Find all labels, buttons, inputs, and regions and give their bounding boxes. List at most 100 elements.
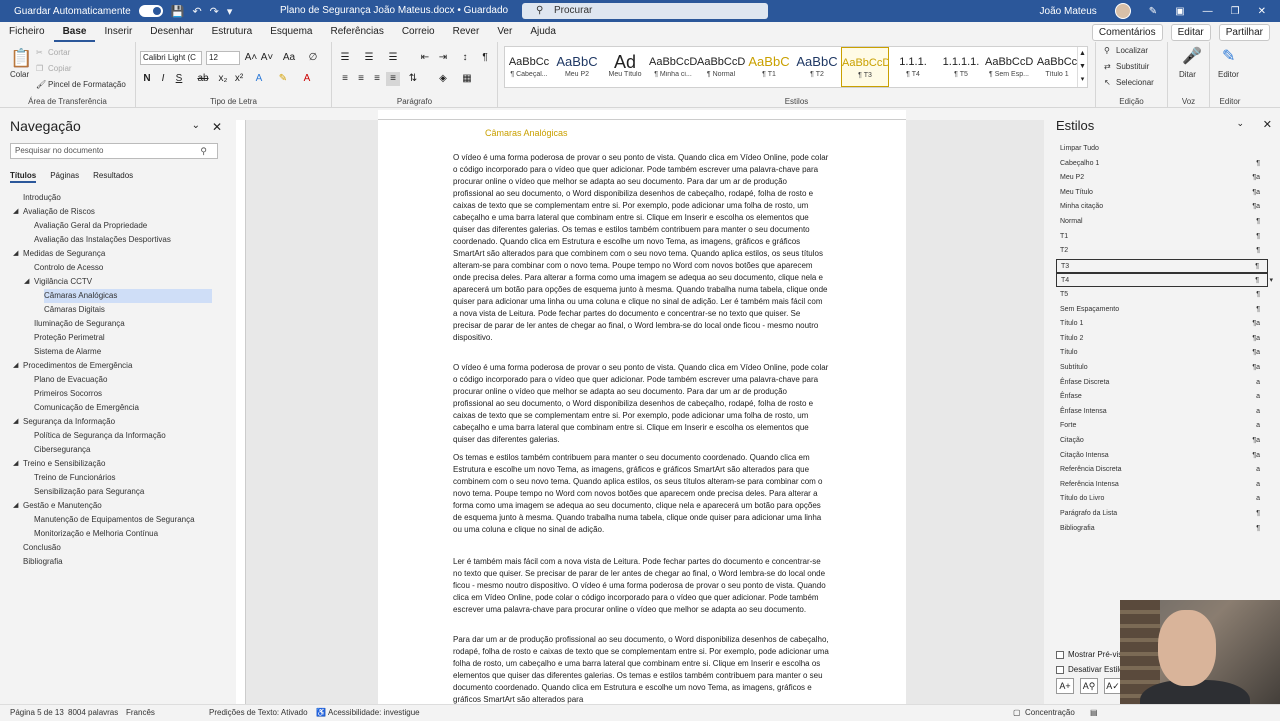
editor-button[interactable]: Editor	[1218, 70, 1239, 79]
accessibility-status[interactable]: Acessibilidade: investigue	[328, 705, 420, 721]
microphone-icon[interactable]: 🎤	[1182, 46, 1202, 66]
multilevel-list-icon[interactable]: ☰	[386, 51, 400, 65]
navigation-heading-item[interactable]: ◢ Gestão e Manutenção	[13, 499, 102, 513]
style-list-item[interactable]: Título 2 ¶a	[1056, 332, 1268, 346]
style-list-item[interactable]: Bibliografia ¶	[1056, 522, 1268, 536]
style-list-item[interactable]: Minha citação ¶a	[1056, 200, 1268, 214]
grow-font-icon[interactable]: A˄	[244, 51, 258, 65]
navigation-heading-item[interactable]: ◢ Treino e Sensibilização	[13, 457, 105, 471]
style-list-item[interactable]: Sem Espaçamento ¶	[1056, 303, 1268, 317]
style-list-item[interactable]: Citação Intensa ¶a	[1056, 449, 1268, 463]
style-list-item[interactable]: T2 ¶	[1056, 244, 1268, 258]
tab-5[interactable]: Esquema	[261, 22, 321, 42]
style-gallery-item[interactable]: AaBbCcD ¶ T3	[841, 47, 889, 87]
navigation-heading-item[interactable]: ◢ Medidas de Segurança	[13, 247, 105, 261]
style-list-item[interactable]: Referência Intensa a	[1056, 478, 1268, 492]
disable-linked-checkbox[interactable]: Desativar Estilo	[1056, 665, 1124, 674]
style-list-item[interactable]: T1 ¶	[1056, 230, 1268, 244]
format-painter-button[interactable]: Pincel de Formatação	[48, 80, 126, 89]
navigation-heading-item[interactable]: Comunicação de Emergência	[34, 401, 139, 415]
style-gallery-item[interactable]: AaBbCcDc ¶ Minha ci...	[649, 47, 697, 87]
paragraph[interactable]: Os temas e estilos também contribuem par…	[453, 452, 829, 536]
italic-icon[interactable]: I	[156, 72, 170, 86]
style-list-item[interactable]: Título ¶a	[1056, 346, 1268, 360]
language[interactable]: Francês	[126, 705, 155, 721]
collapse-arrow-icon[interactable]: ◢	[24, 275, 29, 289]
change-case-icon[interactable]: Aa	[282, 51, 296, 65]
strikethrough-icon[interactable]: ab	[196, 72, 210, 86]
search-box[interactable]: ⚲ Procurar	[522, 3, 768, 19]
increase-indent-icon[interactable]: ⇥	[436, 51, 450, 65]
navigation-heading-item[interactable]: Iluminação de Segurança	[34, 317, 125, 331]
paragraph[interactable]: Ler é também mais fácil com a nova vista…	[453, 556, 829, 616]
font-size-select[interactable]: 12	[206, 51, 240, 65]
comments-button[interactable]: Comentários	[1091, 24, 1163, 41]
tab-4[interactable]: Estrutura	[203, 22, 262, 42]
bullets-icon[interactable]: ☰	[338, 51, 352, 65]
style-gallery-item[interactable]: AaBbC Meu P2	[553, 47, 601, 87]
style-gallery-item[interactable]: AaBbCcDc ¶ Sem Esp...	[985, 47, 1033, 87]
style-dropdown-icon[interactable]: ▾	[1269, 274, 1273, 288]
navigation-heading-item[interactable]: Controlo de Acesso	[34, 261, 103, 275]
superscript-icon[interactable]: x²	[232, 72, 246, 86]
style-list-item[interactable]: Parágrafo da Lista ¶	[1056, 507, 1268, 521]
navigation-search-input[interactable]: Pesquisar no documento ⚲	[10, 143, 218, 159]
navigation-heading-item[interactable]: Primeiros Socorros	[34, 387, 102, 401]
tab-6[interactable]: Referências	[321, 22, 392, 42]
collapse-arrow-icon[interactable]: ◢	[13, 499, 18, 513]
style-list-item[interactable]: Limpar Tudo	[1056, 142, 1268, 156]
style-gallery-item[interactable]: 1.1.1. ¶ T4	[889, 47, 937, 87]
navigation-tab[interactable]: Títulos	[10, 171, 37, 183]
tab-1[interactable]: Base	[53, 22, 96, 42]
align-right-icon[interactable]: ≡	[370, 72, 384, 86]
tab-7[interactable]: Correio	[393, 22, 444, 42]
share-button[interactable]: Partilhar	[1218, 24, 1270, 41]
show-preview-checkbox[interactable]: Mostrar Pré-vis	[1056, 650, 1122, 659]
collapse-arrow-icon[interactable]: ◢	[13, 205, 18, 219]
style-list-item[interactable]: Cabeçalho 1 ¶	[1056, 157, 1268, 171]
style-gallery-item[interactable]: Ad Meu Título	[601, 47, 649, 87]
style-gallery-item[interactable]: AaBbCc Título 1	[1033, 47, 1081, 87]
show-formatting-icon[interactable]: ¶	[478, 51, 492, 65]
vertical-ruler[interactable]	[236, 120, 246, 704]
minimize-icon[interactable]: —	[1203, 6, 1213, 17]
checkbox-box[interactable]	[1056, 650, 1064, 659]
navigation-heading-item[interactable]: Treino de Funcionários	[34, 471, 116, 485]
document-area[interactable]: Câmaras Analógicas O vídeo é uma forma p…	[246, 120, 1044, 704]
navigation-heading-item[interactable]: Avaliação Geral da Propriedade	[34, 219, 147, 233]
pen-icon[interactable]: ✎	[1149, 6, 1157, 17]
style-gallery-item[interactable]: AaBbC ¶ T1	[745, 47, 793, 87]
tab-0[interactable]: Ficheiro	[0, 22, 54, 42]
page-count[interactable]: Página 5 de 13	[10, 705, 64, 721]
style-list-item[interactable]: Título do Livro a	[1056, 492, 1268, 506]
navigation-heading-item[interactable]: Avaliação das Instalações Desportivas	[34, 233, 171, 247]
font-color-icon[interactable]: A	[300, 72, 314, 86]
ribbon-display-icon[interactable]: ▣	[1175, 6, 1184, 17]
style-list-item[interactable]: T3 ¶	[1056, 258, 1268, 273]
navigation-heading-item[interactable]: ◢ Procedimentos de Emergência	[13, 359, 132, 373]
paragraph[interactable]: O vídeo é uma forma poderosa de provar o…	[453, 362, 829, 446]
navigation-heading-item[interactable]: Câmaras Digitais	[44, 303, 105, 317]
copy-button[interactable]: Copiar	[48, 64, 72, 73]
navigation-tab[interactable]: Resultados	[93, 171, 133, 183]
style-list-item[interactable]: Forte a	[1056, 419, 1268, 433]
style-list-item[interactable]: Ênfase a	[1056, 390, 1268, 404]
navigation-heading-item[interactable]: Câmaras Analógicas	[44, 289, 212, 303]
document-page[interactable]: Câmaras Analógicas O vídeo é uma forma p…	[378, 120, 906, 704]
tab-3[interactable]: Desenhar	[141, 22, 202, 42]
navigation-heading-item[interactable]: Monitorização e Melhoria Contínua	[34, 527, 158, 541]
highlight-icon[interactable]: ✎	[276, 72, 290, 86]
style-list-item[interactable]: Meu P2 ¶a	[1056, 171, 1268, 185]
style-list-item[interactable]: Ênfase Discreta a	[1056, 376, 1268, 390]
clear-formatting-icon[interactable]: ∅	[306, 51, 320, 65]
style-list-item[interactable]: Normal ¶	[1056, 215, 1268, 229]
align-left-icon[interactable]: ≡	[338, 72, 352, 86]
style-gallery-item[interactable]: 1.1.1.1. ¶ T5	[937, 47, 985, 87]
editor-icon[interactable]: ✎	[1222, 46, 1235, 66]
borders-icon[interactable]: ▦	[460, 72, 474, 86]
close-icon[interactable]: ✕	[1263, 118, 1272, 131]
customize-quick-access-icon[interactable]: ▾	[227, 5, 233, 18]
close-icon[interactable]: ✕	[1258, 6, 1266, 17]
paste-icon[interactable]: 📋	[10, 48, 32, 69]
navigation-heading-item[interactable]: Política de Segurança da Informação	[34, 429, 166, 443]
